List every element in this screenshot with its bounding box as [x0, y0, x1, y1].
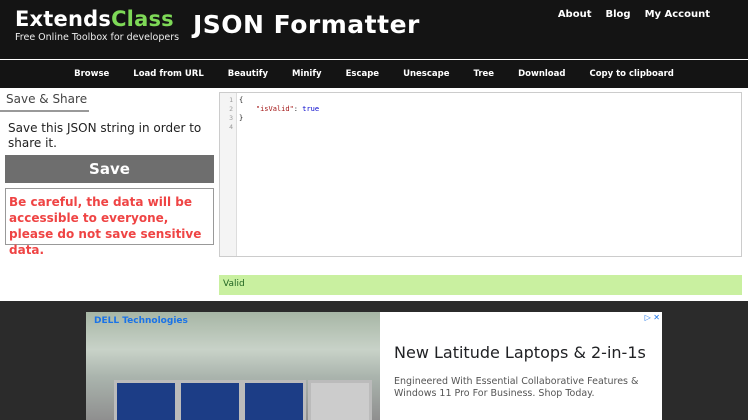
json-key: "isValid": [255, 105, 294, 113]
advertisement[interactable]: DELL Technologies New Latitude Laptops &…: [86, 312, 662, 420]
ad-title[interactable]: New Latitude Laptops & 2-in-1s: [394, 343, 646, 362]
nav-blog-link[interactable]: Blog: [605, 9, 630, 20]
json-editor[interactable]: 1 2 3 4 { "isValid": true }: [219, 92, 742, 257]
tab-save-share[interactable]: Save & Share: [0, 88, 89, 112]
beautify-button[interactable]: Beautify: [216, 69, 280, 79]
validation-status: Valid: [219, 275, 742, 295]
ad-region: DELL Technologies New Latitude Laptops &…: [0, 301, 748, 420]
line-number: 2: [229, 105, 233, 113]
top-nav: About Blog My Account: [558, 9, 710, 20]
nav-about-link[interactable]: About: [558, 9, 592, 20]
line-number: 4: [229, 123, 233, 131]
line-number-gutter: 1 2 3 4: [220, 93, 237, 256]
code-line: }: [239, 114, 244, 122]
laptop-image: [308, 380, 372, 420]
brand-name-part2: Class: [111, 7, 174, 31]
code-line: "isValid": true: [255, 105, 320, 113]
warning-message: Be careful, the data will be accessible …: [5, 188, 214, 257]
line-number: 3: [229, 114, 233, 122]
brand-name-part1: Extends: [15, 7, 112, 31]
page-title: JSON Formatter: [193, 10, 420, 39]
browse-button[interactable]: Browse: [62, 69, 121, 79]
brand-logo[interactable]: ExtendsClass Free Online Toolbox for dev…: [15, 7, 179, 43]
download-button[interactable]: Download: [506, 69, 577, 79]
brand-name: ExtendsClass: [15, 7, 179, 31]
site-header: ExtendsClass Free Online Toolbox for dev…: [0, 0, 748, 59]
laptop-image: [178, 380, 242, 420]
minify-button[interactable]: Minify: [280, 69, 334, 79]
laptop-image: [242, 380, 306, 420]
load-from-url-button[interactable]: Load from URL: [121, 69, 215, 79]
nav-my-account-link[interactable]: My Account: [645, 9, 710, 20]
ad-image: DELL Technologies: [86, 312, 380, 420]
json-value: true: [302, 105, 320, 113]
line-number: 1: [229, 96, 233, 104]
tree-button[interactable]: Tree: [461, 69, 506, 79]
ad-logo: DELL Technologies: [94, 316, 188, 326]
ad-subtitle: Engineered With Essential Collaborative …: [394, 376, 639, 399]
escape-button[interactable]: Escape: [334, 69, 392, 79]
brand-tagline: Free Online Toolbox for developers: [15, 32, 180, 43]
unescape-button[interactable]: Unescape: [391, 69, 461, 79]
save-button[interactable]: Save: [5, 155, 214, 183]
share-description: Save this JSON string in order to share …: [8, 121, 202, 150]
copy-to-clipboard-button[interactable]: Copy to clipboard: [577, 69, 685, 79]
ad-choices-icon[interactable]: ▷ ✕: [645, 313, 660, 322]
laptop-image: [114, 380, 178, 420]
toolbar: Browse Load from URL Beautify Minify Esc…: [0, 60, 748, 88]
code-line: {: [239, 96, 244, 104]
